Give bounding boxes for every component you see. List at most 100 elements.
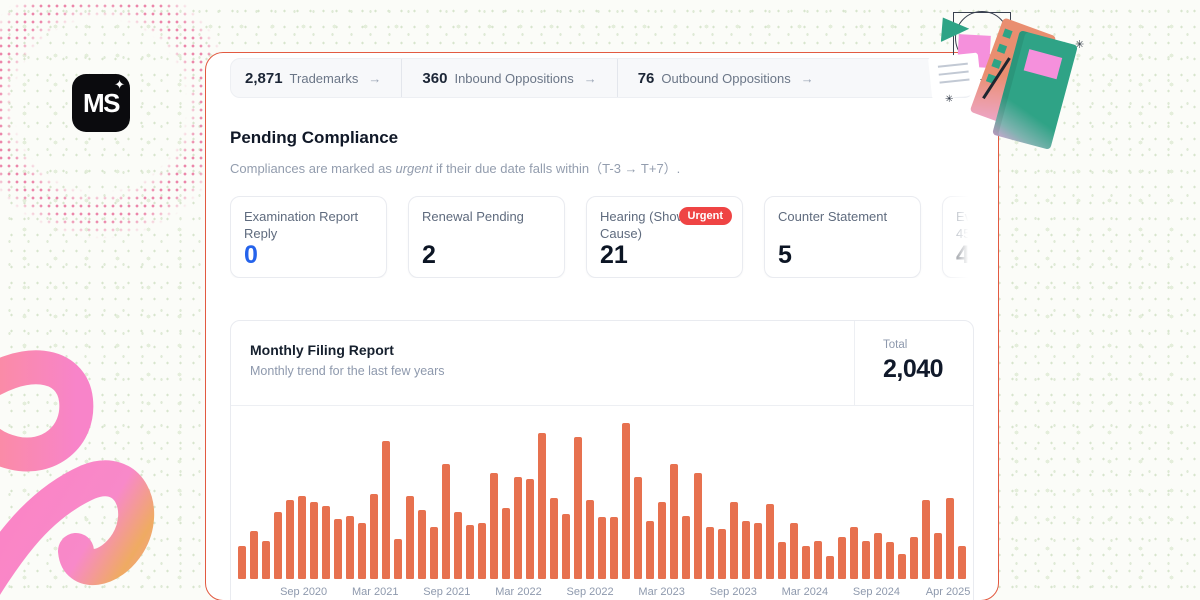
monthly-filing-report-card: Monthly Filing Report Monthly trend for …	[230, 320, 974, 600]
chart-bar[interactable]	[754, 523, 762, 579]
chart-bar[interactable]	[298, 496, 306, 579]
subtitle-urgent-word: urgent	[395, 161, 432, 176]
chart-bar[interactable]	[742, 521, 750, 579]
chart-bar[interactable]	[262, 541, 270, 579]
chart-bar[interactable]	[658, 502, 666, 579]
chart-bar[interactable]	[718, 529, 726, 579]
stat-inbound-oppositions[interactable]: 360 Inbound Oppositions →	[401, 59, 616, 97]
chart-bar[interactable]	[538, 433, 546, 579]
chart-bar[interactable]	[634, 477, 642, 579]
x-tick-label: Mar 2022	[495, 586, 541, 598]
card-label: Examination Report Reply	[244, 209, 374, 243]
chart-bar[interactable]	[730, 502, 738, 579]
chart-bar[interactable]	[598, 517, 606, 579]
chart-bar[interactable]	[286, 500, 294, 579]
stat-value: 360	[422, 70, 447, 87]
chart-bar[interactable]	[526, 479, 534, 579]
chart-bar[interactable]	[838, 537, 846, 579]
chart-bar[interactable]	[886, 542, 894, 579]
stat-value: 76	[638, 70, 655, 87]
chart-bar[interactable]	[934, 533, 942, 579]
x-tick-label: Sep 2024	[853, 586, 900, 598]
chart-bar[interactable]	[574, 437, 582, 579]
chart-bar[interactable]	[442, 464, 450, 579]
chart-bar[interactable]	[622, 423, 630, 579]
chart-bar[interactable]	[958, 546, 966, 579]
chart-bar[interactable]	[310, 502, 318, 579]
chart-bar[interactable]	[814, 541, 822, 579]
chart-bar[interactable]	[562, 514, 570, 579]
chart-bar[interactable]	[346, 516, 354, 579]
chart-bar[interactable]	[778, 542, 786, 579]
chart-bar[interactable]	[910, 537, 918, 579]
stat-trademarks[interactable]: 2,871 Trademarks →	[231, 59, 401, 97]
card-examination-report-reply[interactable]: Examination Report Reply 0	[230, 196, 387, 278]
chart-bar[interactable]	[334, 519, 342, 579]
chart-bar[interactable]	[322, 506, 330, 579]
chart-bar[interactable]	[586, 500, 594, 579]
card-renewal-pending[interactable]: Renewal Pending 2	[408, 196, 565, 278]
chart-bar[interactable]	[706, 527, 714, 579]
pink-squiggle-decoration	[0, 345, 190, 600]
chart-bar[interactable]	[418, 510, 426, 579]
total-label: Total	[883, 339, 973, 351]
chart-bar[interactable]	[382, 441, 390, 579]
chart-bar[interactable]	[610, 517, 618, 579]
chart-bar[interactable]	[466, 525, 474, 579]
stat-label: Outbound Oppositions	[661, 71, 790, 86]
chart-bar[interactable]	[406, 496, 414, 579]
card-value: 21	[600, 243, 730, 268]
chart-header: Monthly Filing Report Monthly trend for …	[231, 321, 973, 406]
chart-bar[interactable]	[850, 527, 858, 579]
chart-bar[interactable]	[766, 504, 774, 579]
bar-chart-plot	[238, 406, 966, 579]
card-label: Evide 45	[956, 209, 974, 243]
chart-bar[interactable]	[694, 473, 702, 579]
chart-bar[interactable]	[670, 464, 678, 579]
stat-outbound-oppositions[interactable]: 76 Outbound Oppositions →	[617, 59, 834, 97]
chart-bar[interactable]	[490, 473, 498, 579]
ms-logo[interactable]: MS ✦	[72, 74, 130, 132]
chart-bar[interactable]	[922, 500, 930, 579]
card-label: Counter Statement	[778, 209, 908, 226]
dashboard-card: 2,871 Trademarks → 360 Inbound Oppositio…	[205, 52, 999, 600]
card-value: 2	[422, 243, 552, 268]
chart-bar[interactable]	[250, 531, 258, 579]
chart-bar[interactable]	[502, 508, 510, 579]
chart-bar[interactable]	[430, 527, 438, 579]
chart-bar[interactable]	[790, 523, 798, 579]
chart-bar[interactable]	[862, 541, 870, 579]
subtitle-text: Compliances are marked as	[230, 161, 395, 176]
card-hearing-show-cause[interactable]: Hearing (Show Cause) Urgent 21	[586, 196, 743, 278]
chart-title: Monthly Filing Report	[250, 342, 854, 358]
section-title-pending-compliance: Pending Compliance	[230, 128, 974, 148]
chart-bar[interactable]	[946, 498, 954, 579]
chart-bar[interactable]	[646, 521, 654, 579]
bar-chart	[238, 406, 966, 579]
chart-bar[interactable]	[454, 512, 462, 579]
summary-stats-bar: 2,871 Trademarks → 360 Inbound Oppositio…	[230, 58, 974, 98]
chart-bar[interactable]	[550, 498, 558, 579]
total-value: 2,040	[883, 355, 973, 384]
compliance-cards-row: Examination Report Reply 0 Renewal Pendi…	[230, 196, 974, 278]
chart-bar[interactable]	[478, 523, 486, 579]
chart-bar[interactable]	[358, 523, 366, 579]
card-value: 4	[956, 243, 974, 268]
chart-bar[interactable]	[514, 477, 522, 579]
chart-bar[interactable]	[682, 516, 690, 579]
chart-bar[interactable]	[802, 546, 810, 579]
chart-bar[interactable]	[238, 546, 246, 579]
card-evidence[interactable]: Evide 45 4	[942, 196, 974, 278]
x-tick-label: Sep 2022	[567, 586, 614, 598]
card-counter-statement[interactable]: Counter Statement 5	[764, 196, 921, 278]
chart-bar[interactable]	[274, 512, 282, 579]
chart-bar[interactable]	[874, 533, 882, 579]
x-tick-label: Mar 2021	[352, 586, 398, 598]
chart-bar[interactable]	[826, 556, 834, 579]
stat-label: Inbound Oppositions	[454, 71, 573, 86]
subtitle-text: if their due date falls within（T-3 → T+7…	[432, 161, 680, 176]
chart-bar[interactable]	[394, 539, 402, 579]
chart-bar[interactable]	[898, 554, 906, 579]
x-tick-label: Apr 2025	[926, 586, 971, 598]
chart-bar[interactable]	[370, 494, 378, 579]
